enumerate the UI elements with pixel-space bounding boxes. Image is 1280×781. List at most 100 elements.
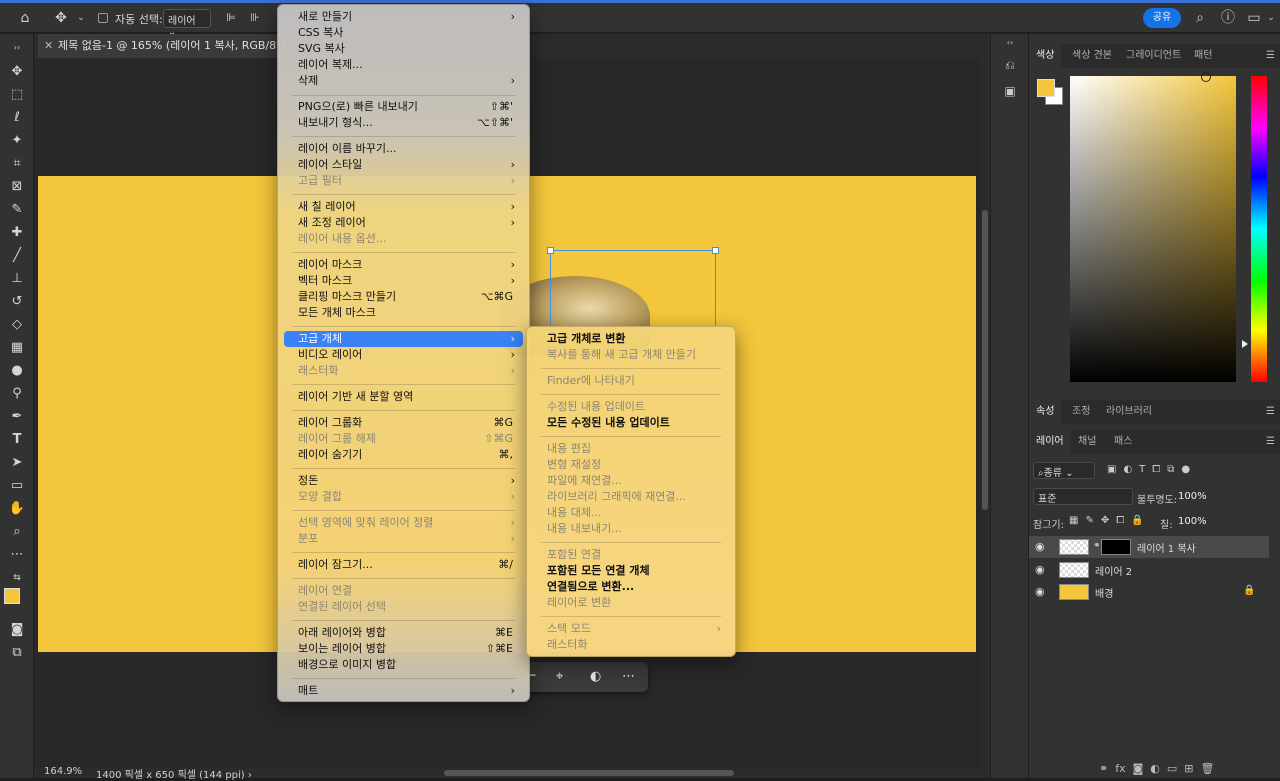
eraser-tool-icon[interactable]: ◇: [7, 315, 27, 335]
adjustment-icon[interactable]: ◐: [590, 669, 601, 684]
eyedropper-icon[interactable]: ✎: [7, 200, 27, 220]
help-icon[interactable]: ⓘ: [1219, 9, 1237, 27]
crop-tool-icon[interactable]: ⌗: [7, 154, 27, 174]
blur-tool-icon[interactable]: ●: [7, 361, 27, 381]
magic-wand-icon[interactable]: ✦: [7, 131, 27, 151]
menu-item-create-clipping-mask[interactable]: 클리핑 마스크 만들기 ⌥⌘G: [284, 289, 523, 305]
foreground-color-chip[interactable]: [1037, 79, 1055, 97]
document-tab[interactable]: ✕ 제목 없음-1 @ 165% (레이어 1 복사, RGB/8*) *: [38, 34, 288, 58]
layer-row[interactable]: ◉ 레이어 2: [1029, 559, 1269, 581]
close-icon[interactable]: ✕: [44, 34, 53, 58]
menu-item-video-layers[interactable]: 비디오 레이어 ›: [284, 347, 523, 363]
menu-item-new[interactable]: 새로 만들기 ›: [284, 9, 523, 25]
opacity-value[interactable]: 100%: [1178, 491, 1207, 502]
tab-swatches[interactable]: 색상 견본: [1065, 44, 1119, 68]
foreground-color-swatch[interactable]: [4, 588, 20, 604]
collapse-icon[interactable]: ‹‹: [1002, 38, 1018, 54]
menu-item-convert-to-linked[interactable]: 연결됨으로 변환...: [533, 579, 729, 595]
visibility-eye-icon[interactable]: ◉: [1035, 585, 1045, 598]
chevron-down-icon[interactable]: ⌄: [1262, 9, 1280, 27]
color-picker-cursor[interactable]: [1201, 72, 1211, 82]
menu-item-copy-css[interactable]: CSS 복사: [284, 25, 523, 41]
zoom-level[interactable]: 164.9%: [44, 766, 82, 777]
menu-item-lock-layers[interactable]: 레이어 잠그기... ⌘/: [284, 557, 523, 573]
menu-item-rename-layer[interactable]: 레이어 이름 바꾸기...: [284, 141, 523, 157]
transform-handle[interactable]: [712, 247, 719, 254]
menu-item-hide-layers[interactable]: 레이어 숨기기 ⌘,: [284, 447, 523, 463]
home-icon[interactable]: ⌂: [16, 9, 34, 27]
layer-filter-dropdown[interactable]: ⌕종류 ⌄: [1033, 462, 1095, 479]
chevron-down-icon[interactable]: ⌄: [72, 9, 90, 27]
fill-value[interactable]: 100%: [1178, 516, 1207, 527]
workspace-icon[interactable]: ▭: [1245, 9, 1263, 27]
history-icon[interactable]: ⎌: [1002, 58, 1018, 74]
collapse-icon[interactable]: ››: [7, 38, 27, 58]
menu-item-quick-export[interactable]: PNG으(로) 빠른 내보내기 ⇧⌘': [284, 99, 523, 115]
panel-menu-icon[interactable]: ☰: [1266, 436, 1275, 447]
menu-item-merge-down[interactable]: 아래 레이어와 병합 ⌘E: [284, 625, 523, 641]
document-info[interactable]: 1400 픽셀 x 650 픽셀 (144 ppi) ›: [96, 766, 252, 781]
healing-brush-icon[interactable]: ✚: [7, 223, 27, 243]
tab-libraries[interactable]: 라이브러리: [1099, 400, 1159, 424]
menu-item-duplicate-layer[interactable]: 레이어 복제...: [284, 57, 523, 73]
menu-item-mask-all-objects[interactable]: 모든 개체 마스크: [284, 305, 523, 321]
menu-item-new-fill-layer[interactable]: 새 칠 레이어 ›: [284, 199, 523, 215]
tab-adjustments[interactable]: 조정: [1065, 400, 1097, 424]
menu-item-new-adjustment-layer[interactable]: 새 조정 레이어 ›: [284, 215, 523, 231]
tab-color[interactable]: 색상: [1029, 44, 1062, 68]
layer-row[interactable]: ◉ ⚭ 레이어 1 복사: [1029, 536, 1269, 558]
menu-item-export-as[interactable]: 내보내기 형식... ⌥⇧⌘': [284, 115, 523, 131]
screen-mode-icon[interactable]: ⧉: [7, 643, 27, 663]
hue-slider-handle[interactable]: [1242, 340, 1248, 348]
menu-item-layer-mask[interactable]: 레이어 마스크 ›: [284, 257, 523, 273]
menu-item-smart-objects[interactable]: 고급 개체 ›: [284, 331, 523, 347]
panel-menu-icon[interactable]: ☰: [1266, 50, 1275, 61]
brush-tool-icon[interactable]: ╱: [7, 246, 27, 266]
path-selection-icon[interactable]: ➤: [7, 453, 27, 473]
tab-gradients[interactable]: 그레이디언트: [1119, 44, 1188, 68]
menu-item-layer-style[interactable]: 레이어 스타일 ›: [284, 157, 523, 173]
visibility-eye-icon[interactable]: ◉: [1035, 563, 1045, 576]
menu-item-merge-visible[interactable]: 보이는 레이어 병합 ⇧⌘E: [284, 641, 523, 657]
frame-tool-icon[interactable]: ⊠: [7, 177, 27, 197]
swap-colors-icon[interactable]: ⇆: [7, 568, 27, 588]
tab-patterns[interactable]: 패턴: [1187, 44, 1219, 68]
transform-handle[interactable]: [547, 247, 554, 254]
marquee-tool-icon[interactable]: ⬚: [7, 85, 27, 105]
horizontal-scroll-thumb[interactable]: [444, 770, 734, 776]
menu-item-flatten-image[interactable]: 배경으로 이미지 병합: [284, 657, 523, 673]
tab-layers[interactable]: 레이어: [1029, 430, 1071, 454]
menu-item-new-layer-based-slice[interactable]: 레이어 기반 새 분할 영역: [284, 389, 523, 405]
tab-properties[interactable]: 속성: [1029, 400, 1062, 424]
tab-channels[interactable]: 채널: [1071, 430, 1103, 454]
panel-menu-icon[interactable]: ☰: [1266, 406, 1275, 417]
layer-mask-thumbnail[interactable]: [1101, 539, 1131, 555]
menu-item-copy-svg[interactable]: SVG 복사: [284, 41, 523, 57]
rectangle-tool-icon[interactable]: ▭: [7, 476, 27, 496]
blend-mode-dropdown[interactable]: 표준: [1033, 488, 1133, 505]
more-tools-icon[interactable]: ⋯: [7, 545, 27, 565]
stamp-tool-icon[interactable]: ⊥: [7, 269, 27, 289]
autoselect-dropdown[interactable]: 레이어 ⌄: [163, 9, 211, 38]
align-center-icon[interactable]: ⊪: [246, 9, 264, 27]
layer-actions-bar[interactable]: ⚭ fx ◙ ◐ ▭ ⊞ 🗑: [1099, 762, 1214, 775]
menu-item-arrange[interactable]: 정돈 ›: [284, 473, 523, 489]
menu-item-group-layers[interactable]: 레이어 그룹화 ⌘G: [284, 415, 523, 431]
type-tool-icon[interactable]: T: [7, 430, 27, 450]
layer-filter-icons[interactable]: ▣◐T⧠⧉●: [1107, 464, 1197, 475]
move-tool-icon[interactable]: ✥: [7, 62, 27, 82]
pen-tool-icon[interactable]: ✒: [7, 407, 27, 427]
menu-item-vector-mask[interactable]: 벡터 마스크 ›: [284, 273, 523, 289]
quick-mask-icon[interactable]: ◙: [7, 620, 27, 640]
comments-icon[interactable]: ▣: [1002, 84, 1018, 100]
share-button[interactable]: 공유: [1143, 8, 1181, 28]
more-options-icon[interactable]: ⋯: [622, 669, 635, 684]
tab-paths[interactable]: 패스: [1107, 430, 1139, 454]
autoselect-checkbox[interactable]: [98, 13, 108, 23]
lock-icons[interactable]: ▦✎✥⧠🔒: [1069, 515, 1151, 526]
menu-item-delete[interactable]: 삭제 ›: [284, 73, 523, 89]
vector-path-icon[interactable]: ⌖: [556, 669, 563, 684]
zoom-tool-icon[interactable]: ⌕: [7, 522, 27, 542]
visibility-eye-icon[interactable]: ◉: [1035, 540, 1045, 553]
menu-item-convert-to-smart-object[interactable]: 고급 개체로 변환: [533, 331, 729, 347]
